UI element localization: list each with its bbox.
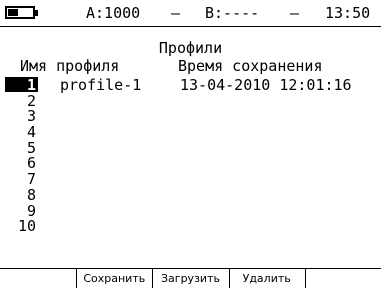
column-header-name: Имя профиля [20, 57, 120, 75]
profile-row-number: 8 [26, 185, 36, 204]
softkey-divider [76, 269, 77, 288]
status-bar: A:1000 – B:---- – 13:50 [0, 0, 381, 27]
profile-row[interactable]: 3 [0, 108, 381, 124]
profile-row[interactable]: 10 [0, 218, 381, 234]
channel-a-status: A:1000 [86, 4, 141, 22]
profile-row-number: 7 [26, 170, 36, 189]
status-separator: – [290, 4, 300, 22]
profile-list: 1 profile-1 13-04-2010 12:01:16 2 3 4 5 6 7 8 9 10 [0, 77, 381, 234]
channel-b-status: B:---- [205, 4, 260, 22]
softkey-2[interactable]: Сохранить [76, 269, 152, 288]
profile-row-number: 5 [26, 138, 36, 157]
page-title: Профили [158, 39, 223, 57]
profile-row[interactable]: 5 [0, 140, 381, 156]
battery-level-fill [8, 9, 18, 16]
profile-row-number: 9 [26, 201, 36, 220]
softkey-divider [229, 269, 230, 288]
softkey-1[interactable] [0, 269, 76, 288]
softkey-4[interactable]: Удалить [229, 269, 305, 288]
softkey-divider [305, 269, 306, 288]
softkey-divider [152, 269, 153, 288]
profile-row[interactable]: 9 [0, 203, 381, 219]
profile-row-number: 3 [26, 107, 36, 126]
profile-row-name: profile-1 [60, 76, 142, 94]
clock: 13:50 [325, 4, 371, 22]
profile-row-number: 2 [26, 91, 36, 110]
profile-row[interactable]: 1 profile-1 13-04-2010 12:01:16 [0, 77, 381, 93]
profile-row-saved-time: 13-04-2010 12:01:16 [180, 76, 352, 94]
profile-row-number: 10 [17, 217, 36, 236]
battery-icon [5, 6, 35, 19]
profile-row-number: 4 [26, 123, 36, 142]
softkey-5[interactable] [305, 269, 381, 288]
column-header-saved-time: Время сохранения [178, 57, 323, 75]
softkey-3[interactable]: Загрузить [152, 269, 228, 288]
softkey-bar: Сохранить Загрузить Удалить [0, 268, 381, 288]
status-separator: – [171, 4, 181, 22]
profile-row[interactable]: 8 [0, 187, 381, 203]
profile-row[interactable]: 4 [0, 124, 381, 140]
profile-row-number: 1 [5, 77, 38, 93]
battery-terminal [35, 10, 38, 16]
profile-row[interactable]: 2 [0, 93, 381, 109]
profile-row[interactable]: 6 [0, 155, 381, 171]
profile-row-number: 6 [26, 154, 36, 173]
profile-row[interactable]: 7 [0, 171, 381, 187]
